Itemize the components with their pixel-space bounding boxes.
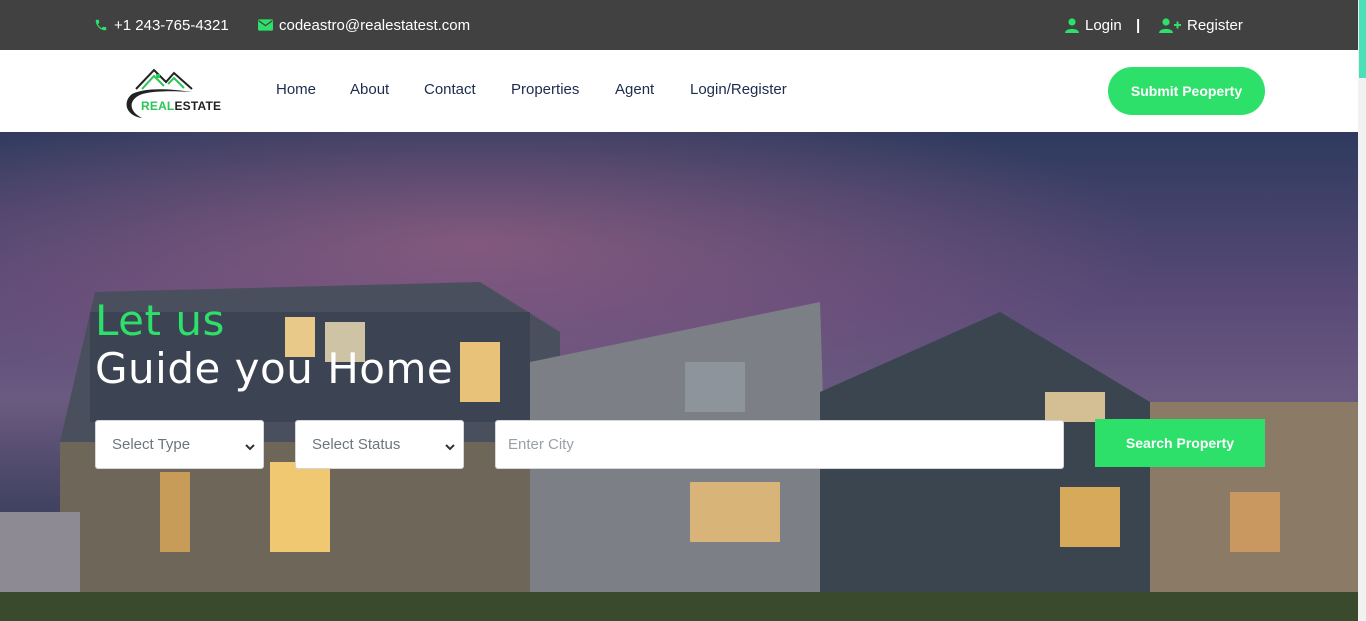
- email-address: codeastro@realestatest.com: [279, 16, 471, 34]
- hero-title-line2: Guide you Home: [95, 344, 454, 393]
- chevron-down-icon: [245, 438, 255, 455]
- select-type-value: Select Type: [112, 436, 191, 453]
- top-login-link[interactable]: Login: [1065, 0, 1122, 50]
- user-icon: [1065, 17, 1079, 33]
- nav-agent[interactable]: Agent: [615, 81, 654, 98]
- city-input[interactable]: Enter City: [495, 420, 1064, 469]
- page-scrollbar-thumb[interactable]: [1359, 0, 1366, 78]
- search-property-button[interactable]: Search Property: [1095, 419, 1265, 467]
- phone-number: +1 243-765-4321: [114, 16, 229, 34]
- topbar-separator: |: [1136, 16, 1141, 34]
- user-plus-icon: [1159, 17, 1181, 33]
- login-label: Login: [1085, 16, 1122, 34]
- select-status-value: Select Status: [312, 436, 401, 453]
- hero-title-line1: Let us: [95, 296, 225, 345]
- register-label: Register: [1187, 16, 1243, 34]
- chevron-down-icon: [445, 438, 455, 455]
- nav-contact[interactable]: Contact: [424, 81, 476, 98]
- envelope-icon: [258, 19, 273, 31]
- top-contact-bar: +1 243-765-4321 codeastro@realestatest.c…: [0, 0, 1358, 50]
- page-scrollbar-track[interactable]: [1358, 0, 1366, 621]
- phone-icon: [94, 18, 108, 32]
- logo-text-real: REAL: [141, 99, 175, 113]
- select-type-dropdown[interactable]: Select Type: [95, 420, 264, 469]
- top-register-link[interactable]: Register: [1159, 0, 1243, 50]
- nav-login-register[interactable]: Login/Register: [690, 81, 787, 98]
- logo-text-estate: ESTATE: [174, 99, 222, 113]
- phone-contact[interactable]: +1 243-765-4321: [94, 0, 229, 50]
- nav-home[interactable]: Home: [276, 81, 316, 98]
- nav-about[interactable]: About: [350, 81, 389, 98]
- nav-properties[interactable]: Properties: [511, 81, 579, 98]
- email-contact[interactable]: codeastro@realestatest.com: [258, 0, 470, 50]
- main-navbar: REALESTATE Home About Contact Properties…: [0, 50, 1358, 132]
- submit-property-button[interactable]: Submit Peoperty: [1108, 67, 1265, 115]
- logo-text: REALESTATE: [141, 99, 221, 113]
- select-status-dropdown[interactable]: Select Status: [295, 420, 464, 469]
- hero-section: Let us Guide you Home Select Type Select…: [0, 132, 1358, 621]
- city-input-placeholder: Enter City: [508, 436, 574, 453]
